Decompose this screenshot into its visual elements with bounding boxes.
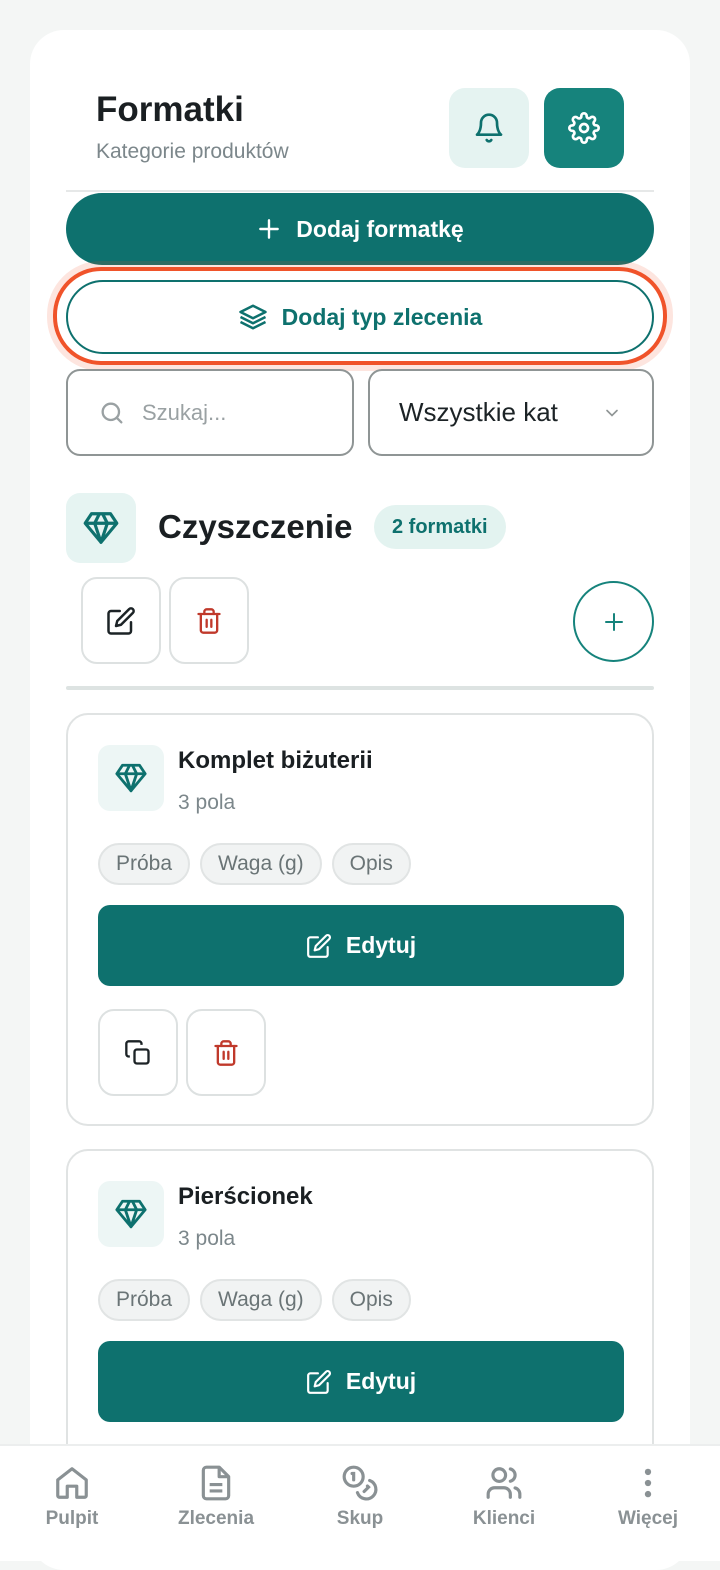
template-icon xyxy=(98,745,164,811)
diamond-icon xyxy=(115,1199,147,1229)
template-name: Pierścionek xyxy=(178,1183,313,1210)
nav-item-skup[interactable]: Skup xyxy=(288,1446,432,1561)
bottom-navigation: Pulpit Zlecenia Skup Klienci Więcej xyxy=(0,1444,720,1561)
settings-button[interactable] xyxy=(544,88,624,168)
nav-label: Zlecenia xyxy=(177,1508,255,1529)
category-name: Czyszczenie xyxy=(158,508,353,545)
field-tag: Próba xyxy=(98,1279,191,1321)
diamond-icon xyxy=(83,512,119,544)
search-icon xyxy=(101,402,123,423)
category-count-badge: 2 formatki xyxy=(374,505,506,549)
category-icon xyxy=(66,493,136,563)
template-name: Komplet biżuterii xyxy=(178,747,373,774)
nav-label: Klienci xyxy=(472,1508,536,1529)
duplicate-template-button[interactable] xyxy=(98,1009,178,1096)
search-input[interactable] xyxy=(142,399,332,426)
nav-item-wiecej[interactable]: Więcej xyxy=(576,1446,720,1561)
template-actions xyxy=(98,1009,266,1096)
add-template-button[interactable]: Dodaj formatkę xyxy=(66,193,654,265)
copy-icon xyxy=(125,1039,150,1065)
delete-template-button[interactable] xyxy=(186,1009,266,1096)
nav-item-zlecenia[interactable]: Zlecenia xyxy=(144,1446,288,1561)
layers-icon xyxy=(238,304,267,330)
field-tag: Waga (g) xyxy=(200,1279,322,1321)
add-order-type-button[interactable]: Dodaj typ zlecenia xyxy=(66,280,654,354)
edit-template-label: Edytuj xyxy=(345,932,417,958)
nav-label: Pulpit xyxy=(45,1508,99,1529)
field-tag: Opis xyxy=(331,843,411,885)
bell-icon xyxy=(475,113,503,143)
field-tag: Próba xyxy=(98,843,191,885)
page-title: Formatki xyxy=(96,90,244,129)
edit-category-button[interactable] xyxy=(81,577,161,664)
edit-template-button[interactable]: Edytuj xyxy=(98,1341,624,1422)
nav-label: Skup xyxy=(336,1508,384,1529)
category-divider xyxy=(66,686,654,690)
coins-icon xyxy=(342,1465,378,1501)
plus-icon xyxy=(259,219,280,239)
template-tags: Próba Waga (g) Opis xyxy=(98,1279,411,1321)
trash-icon xyxy=(197,607,221,634)
search-field[interactable] xyxy=(66,369,354,456)
nav-label: Więcej xyxy=(617,1508,679,1529)
category-filter-value: Wszystkie kat xyxy=(399,397,558,427)
edit-icon xyxy=(107,606,135,635)
template-tags: Próba Waga (g) Opis xyxy=(98,843,411,885)
nav-item-klienci[interactable]: Klienci xyxy=(432,1446,576,1561)
plus-icon xyxy=(604,612,623,631)
home-icon xyxy=(56,1467,88,1499)
field-tag: Waga (g) xyxy=(200,843,322,885)
template-field-count: 3 pola xyxy=(178,791,236,814)
chevron-down-icon xyxy=(606,409,618,417)
users-icon xyxy=(486,1467,522,1499)
gear-icon xyxy=(568,112,600,144)
notifications-button[interactable] xyxy=(449,88,529,168)
template-icon xyxy=(98,1181,164,1247)
page-subtitle: Kategorie produktów xyxy=(96,140,289,163)
template-card: Komplet biżuterii 3 pola Próba Waga (g) … xyxy=(66,713,654,1126)
more-vertical-icon xyxy=(644,1468,652,1498)
diamond-icon xyxy=(115,763,147,793)
trash-icon xyxy=(214,1039,238,1066)
edit-template-button[interactable]: Edytuj xyxy=(98,905,624,986)
field-tag: Opis xyxy=(331,1279,411,1321)
add-item-to-category-button[interactable] xyxy=(573,581,654,662)
template-field-count: 3 pola xyxy=(178,1227,236,1250)
header-divider xyxy=(66,190,654,192)
edit-template-label: Edytuj xyxy=(345,1368,417,1394)
add-order-type-label: Dodaj typ zlecenia xyxy=(281,303,483,330)
category-filter-select[interactable]: Wszystkie kat xyxy=(368,369,654,456)
delete-category-button[interactable] xyxy=(169,577,249,664)
edit-icon xyxy=(306,1369,331,1394)
template-card: Pierścionek 3 pola Próba Waga (g) Opis E… xyxy=(66,1149,654,1469)
add-template-label: Dodaj formatkę xyxy=(296,215,464,242)
edit-icon xyxy=(306,933,331,958)
nav-item-pulpit[interactable]: Pulpit xyxy=(0,1446,144,1561)
document-icon xyxy=(201,1465,231,1501)
